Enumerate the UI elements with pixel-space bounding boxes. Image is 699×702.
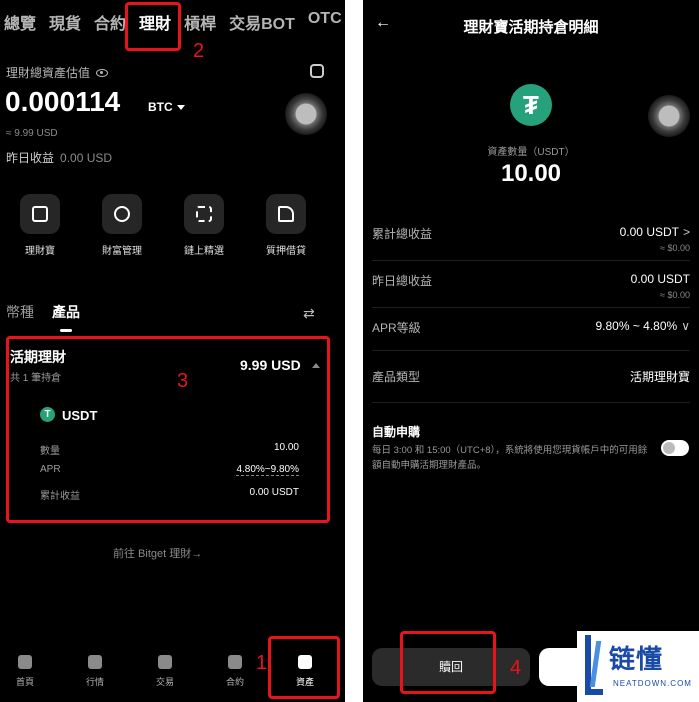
futures-icon [228, 655, 242, 669]
home-icon [18, 655, 32, 669]
savings-icon [20, 194, 60, 234]
asset-unit: BTC [148, 100, 173, 114]
row-sub: ≈ $0.00 [660, 243, 690, 253]
row-key: 累計總收益 [372, 227, 433, 241]
tab-futures[interactable]: 合約 [94, 10, 126, 34]
watermark-text: 链懂 [609, 645, 664, 675]
yesterday-value: 0.00 USD [60, 151, 113, 165]
yesterday-label: 昨日收益 [6, 151, 55, 165]
loan-icon [266, 194, 306, 234]
page-title: 理財寶活期持倉明細 [463, 19, 599, 36]
auto-subscribe-description: 每日 3:00 和 15:00（UTC+8），系統將使用您現貨帳戶中的可用餘額自… [372, 445, 648, 471]
row-sub: ≈ $0.00 [660, 290, 690, 300]
chevron-down-icon: ∨ [681, 319, 690, 333]
swap-icon[interactable]: ⇄ [303, 305, 315, 322]
nav-label: 合約 [225, 677, 244, 687]
floating-ball-icon[interactable] [285, 93, 327, 135]
settings-icon[interactable] [310, 64, 324, 78]
quick-link-wealth[interactable]: 財富管理 [92, 194, 152, 257]
quick-link-label: 理財寶 [25, 246, 55, 257]
row-value: 0.00 USDT [630, 272, 690, 286]
chevron-right-icon: > [682, 225, 690, 239]
nav-trade[interactable]: 交易 [145, 655, 185, 688]
step-number: 1 [256, 652, 268, 674]
nav-label: 行情 [85, 677, 104, 687]
highlight-box-earn-tab [125, 2, 181, 51]
auto-subscribe-title: 自動申購 [372, 425, 421, 439]
goto-bitget-earn-link[interactable]: 前往 Bitget 理財→ [113, 545, 202, 561]
trade-icon [158, 655, 172, 669]
divider [372, 402, 690, 403]
tab-margin[interactable]: 槓桿 [184, 10, 216, 34]
divider [372, 307, 690, 308]
caret-down-icon [176, 105, 185, 111]
divider [372, 260, 690, 261]
step-number: 2 [193, 40, 205, 62]
tab-spot[interactable]: 現貨 [49, 10, 81, 34]
row-value-text: 9.80% ~ 4.80% [595, 319, 678, 333]
nav-home[interactable]: 首頁 [5, 655, 45, 688]
row-key: APR等級 [372, 321, 421, 335]
tab-coin[interactable]: 幣種 [6, 302, 34, 322]
chart-icon [88, 655, 102, 669]
yesterday-earnings: 昨日收益 0.00 USD [6, 149, 112, 166]
wealth-icon [102, 194, 142, 234]
asset-approx: ≈ 9.99 USD [6, 128, 58, 139]
eye-icon[interactable] [96, 68, 109, 77]
quick-link-label: 鏈上精選 [184, 246, 224, 257]
highlight-box-redeem [400, 631, 496, 694]
row-value-text: 0.00 USDT [619, 225, 679, 239]
tab-otc[interactable]: OTC [308, 10, 342, 34]
row-key: 昨日總收益 [372, 274, 433, 288]
step-number: 3 [177, 370, 189, 392]
highlight-box-product-card [6, 336, 330, 523]
sub-tabs: 幣種 產品 [6, 302, 80, 332]
watermark-logo: 链懂 NEATDOWN.COM [577, 631, 699, 702]
tab-trading-bot[interactable]: 交易BOT [229, 10, 295, 34]
tab-product[interactable]: 產品 [52, 302, 80, 332]
nav-futures[interactable]: 合約 [215, 655, 255, 688]
asset-value: 0.000114 [5, 86, 121, 117]
row-key: 產品類型 [372, 370, 421, 384]
asset-unit-select[interactable]: BTC [148, 100, 185, 114]
quick-link-savings[interactable]: 理財寶 [10, 194, 70, 257]
logo-l-icon [585, 635, 603, 695]
tab-overview[interactable]: 總覽 [4, 10, 36, 34]
row-value: 9.80% ~ 4.80% ∨ [595, 319, 690, 333]
watermark-subtext: NEATDOWN.COM [613, 679, 692, 688]
asset-label-text: 理財總資產估值 [6, 66, 91, 80]
nav-label: 首頁 [15, 677, 34, 687]
onchain-icon [184, 194, 224, 234]
row-value: 活期理財寶 [629, 370, 690, 384]
nav-markets[interactable]: 行情 [75, 655, 115, 688]
asset-label: 理財總資產估值 [6, 64, 109, 81]
quick-link-loan[interactable]: 質押借貸 [256, 194, 316, 257]
auto-subscribe-toggle[interactable] [661, 440, 689, 456]
left-screen: 總覽 現貨 合約 理財 槓桿 交易BOT OTC 2 理財總資產估值 0.000… [0, 0, 345, 702]
quick-link-onchain[interactable]: 鏈上精選 [174, 194, 234, 257]
quick-link-label: 質押借貸 [266, 246, 306, 257]
step-number: 4 [510, 657, 522, 679]
usdt-coin-icon: ₮ [510, 84, 552, 126]
quantity-label: 資產數量（USDT） [487, 147, 575, 158]
quick-link-label: 財富管理 [102, 246, 142, 257]
row-value: 0.00 USDT > [620, 225, 690, 239]
nav-label: 交易 [155, 677, 174, 687]
right-screen: ← 理財寶活期持倉明細 ₮ 資產數量（USDT） 10.00 累計總收益 0.0… [363, 0, 699, 702]
divider [372, 350, 690, 351]
quantity-value: 10.00 [500, 160, 562, 187]
floating-ball-icon[interactable] [648, 95, 690, 137]
highlight-box-assets-nav [268, 636, 340, 699]
